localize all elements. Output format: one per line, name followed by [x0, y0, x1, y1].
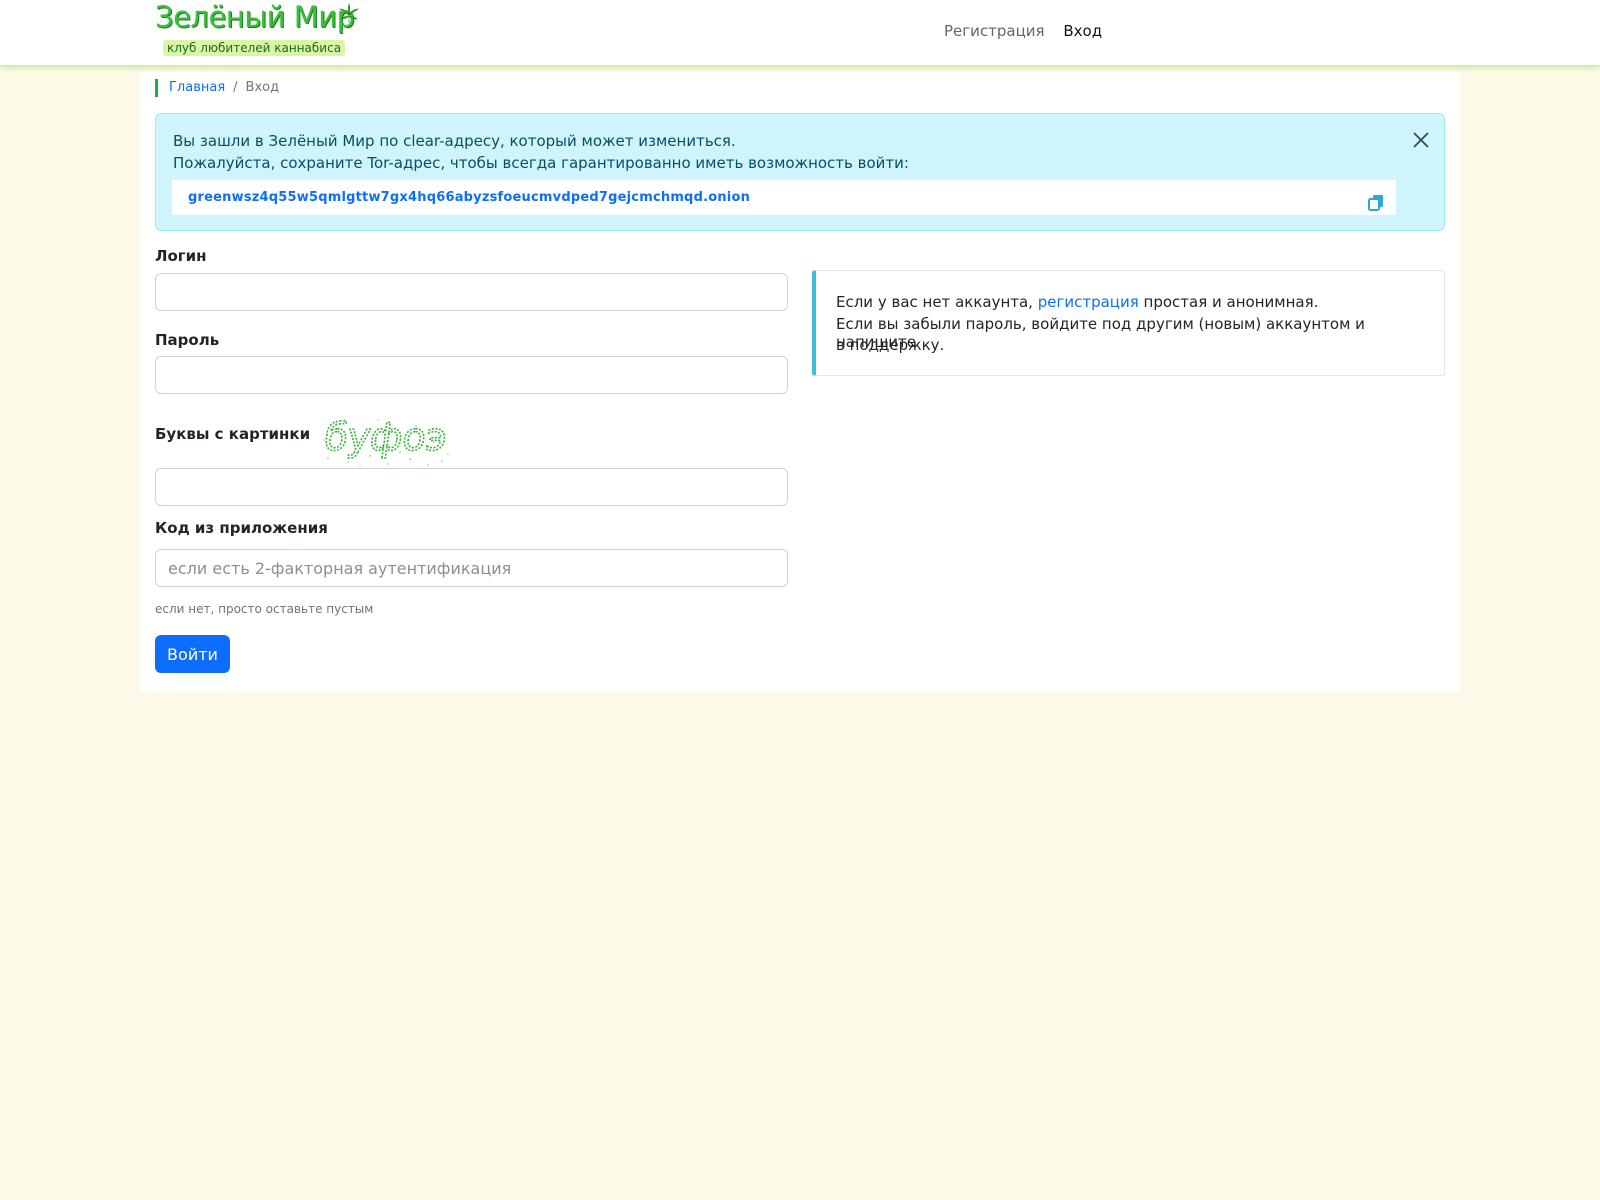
submit-login-button[interactable]: Войти — [155, 635, 230, 673]
captcha-text: буфоэ — [321, 416, 450, 460]
login-input[interactable] — [155, 273, 788, 311]
main-container: Главная / Вход Вы зашли в Зелёный Мир по c… — [140, 72, 1460, 692]
tor-address-alert: Вы зашли в Зелёный Мир по clear-адресу, … — [155, 113, 1445, 231]
logo-title: Зелёный Мир — [155, 0, 355, 34]
cannabis-leaf-icon — [339, 3, 359, 23]
info-register-link[interactable]: регистрация — [1038, 293, 1139, 311]
nav-login-link[interactable]: Вход — [1063, 22, 1102, 40]
info-card: Если у вас нет аккаунта, регистрация про… — [812, 270, 1445, 376]
alert-instruction: Пожалуйста, сохраните Tor-адрес, чтобы в… — [173, 154, 909, 172]
info-text-before: Если у вас нет аккаунта, — [836, 293, 1038, 311]
main-nav: Регистрация Вход — [944, 22, 1116, 40]
breadcrumb: Главная / Вход — [155, 79, 279, 97]
top-navbar: Зелёный Мир клуб любителей каннабиса Рег… — [0, 0, 1600, 66]
two-factor-code-input[interactable] — [155, 549, 788, 587]
logo-subtitle: клуб любителей каннабиса — [163, 40, 346, 56]
breadcrumb-home-link[interactable]: Главная — [169, 80, 225, 95]
info-support: в поддержку. — [836, 336, 945, 354]
site-logo[interactable]: Зелёный Мир клуб любителей каннабиса — [155, 0, 365, 61]
nav-register-link[interactable]: Регистрация — [944, 22, 1045, 40]
login-label: Логин — [155, 247, 207, 265]
captcha-image: буфоэ — [320, 415, 451, 467]
info-no-account: Если у вас нет аккаунта, регистрация про… — [836, 293, 1318, 311]
info-text-after: простая и анонимная. — [1138, 293, 1319, 311]
password-input[interactable] — [155, 356, 788, 394]
captcha-label: Буквы с картинки — [155, 425, 311, 443]
onion-address-box: greenwsz4q55w5qmlgttw7gx4hq66abyzsfoeucm… — [172, 180, 1396, 215]
alert-message: Вы зашли в Зелёный Мир по clear-адресу, … — [173, 132, 736, 150]
copy-icon[interactable] — [1368, 194, 1384, 211]
password-label: Пароль — [155, 331, 220, 349]
onion-address[interactable]: greenwsz4q55w5qmlgttw7gx4hq66abyzsfoeucm… — [188, 190, 750, 205]
captcha-input[interactable] — [155, 468, 788, 506]
code-label: Код из приложения — [155, 519, 328, 537]
code-hint: если нет, просто оставьте пустым — [155, 602, 374, 616]
close-icon[interactable] — [1412, 131, 1430, 149]
breadcrumb-current: Вход — [245, 80, 280, 95]
breadcrumb-separator: / — [233, 80, 238, 95]
